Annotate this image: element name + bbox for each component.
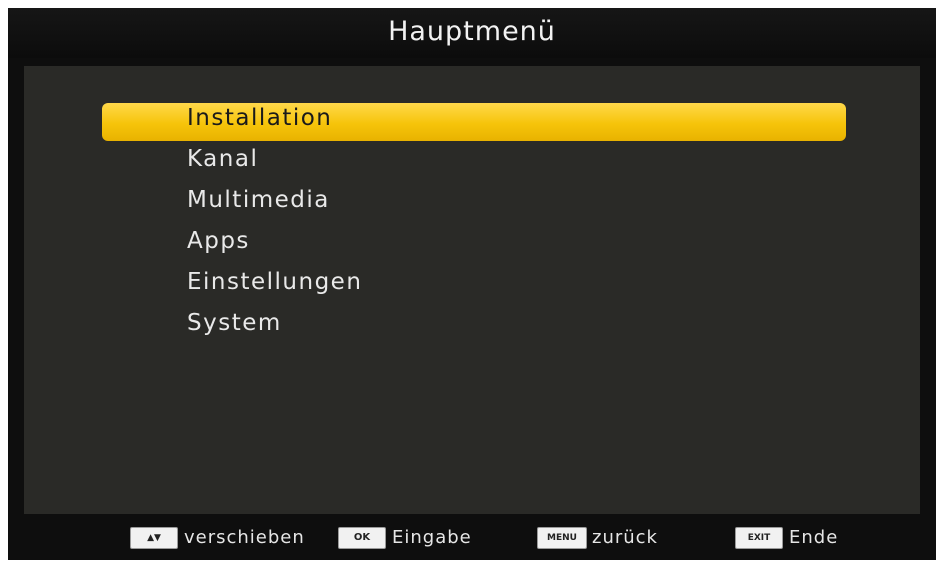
footer-help-bar: ▲▼ verschieben OK Eingabe MENU zurück EX… — [8, 514, 936, 560]
menu-item-einstellungen[interactable]: Einstellungen — [24, 264, 920, 304]
exit-key-icon: EXIT — [735, 527, 783, 549]
menu-item-multimedia[interactable]: Multimedia — [24, 182, 920, 222]
title-bar: Hauptmenü — [8, 8, 936, 58]
menu-item-label: Multimedia — [187, 187, 330, 213]
menu-item-kanal[interactable]: Kanal — [24, 141, 920, 181]
menu-item-label: System — [187, 310, 282, 336]
hint-exit-label: Ende — [789, 527, 839, 548]
ok-key-icon: OK — [338, 527, 386, 549]
menu-item-apps[interactable]: Apps — [24, 223, 920, 263]
hint-menu-label: zurück — [592, 527, 658, 548]
menu-item-installation[interactable]: Installation — [24, 100, 920, 141]
menu-item-system[interactable]: System — [24, 305, 920, 345]
menu-item-label: Kanal — [187, 146, 259, 172]
hint-move-label: verschieben — [184, 527, 305, 548]
page-title: Hauptmenü — [388, 16, 556, 47]
menu-item-label: Einstellungen — [187, 269, 363, 295]
menu-item-label: Apps — [187, 228, 250, 254]
hint-ok-label: Eingabe — [392, 527, 472, 548]
menu-key-icon: MENU — [537, 527, 587, 549]
tv-screen: Hauptmenü Installation Kanal Multimedia … — [8, 8, 936, 560]
menu-item-label: Installation — [187, 105, 333, 131]
main-menu-panel: Installation Kanal Multimedia Apps Einst… — [24, 66, 920, 514]
up-down-arrows-icon: ▲▼ — [130, 527, 178, 549]
